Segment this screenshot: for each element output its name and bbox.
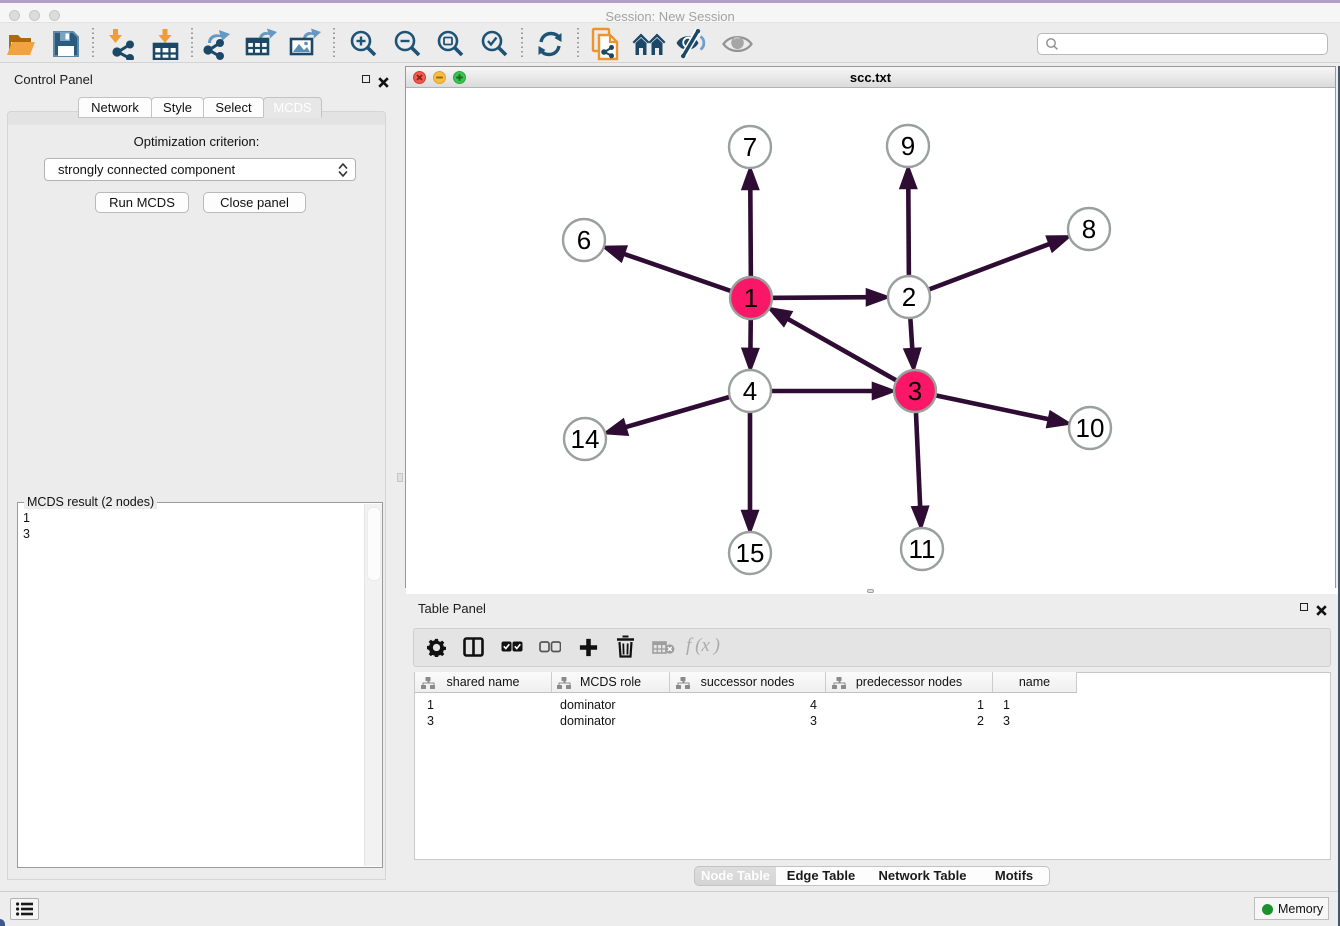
svg-text:9: 9 — [901, 131, 915, 161]
svg-text:14: 14 — [571, 424, 600, 454]
svg-text:11: 11 — [909, 534, 936, 564]
svg-text:1: 1 — [744, 283, 758, 313]
svg-text:2: 2 — [902, 282, 916, 312]
svg-text:4: 4 — [743, 376, 757, 406]
svg-text:7: 7 — [743, 132, 757, 162]
svg-text:15: 15 — [736, 538, 765, 568]
svg-text:10: 10 — [1076, 413, 1105, 443]
svg-text:8: 8 — [1082, 214, 1096, 244]
svg-text:3: 3 — [908, 376, 922, 406]
svg-text:6: 6 — [577, 225, 591, 255]
